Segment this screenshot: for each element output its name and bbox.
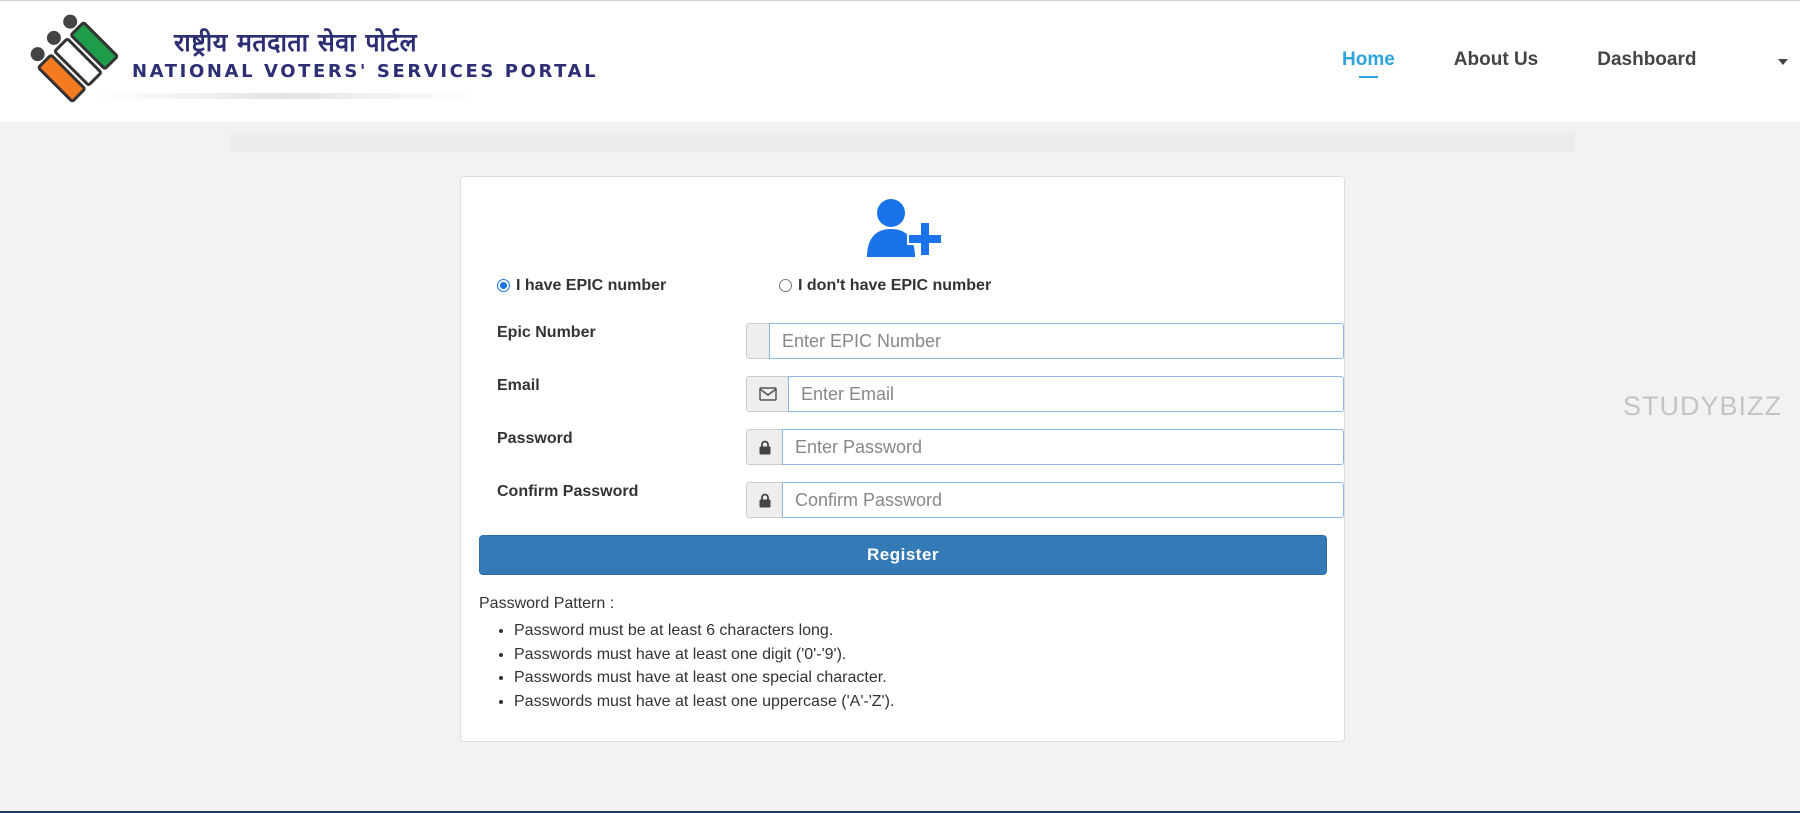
epic-addon (746, 323, 769, 359)
epic-number-row: Epic Number (497, 323, 1344, 359)
portal-logo[interactable]: राष्ट्रीय मतदाता सेवा पोर्टल NATIONAL VO… (26, 7, 596, 107)
password-pattern: Password Pattern : Password must be at l… (479, 595, 894, 713)
radio-no-epic-label: I don't have EPIC number (798, 277, 992, 294)
password-rule: Passwords must have at least one digit (… (514, 643, 894, 667)
epic-number-label: Epic Number (497, 324, 596, 341)
password-rule: Passwords must have at least one upperca… (514, 690, 894, 714)
password-row: Password (497, 429, 1344, 465)
registration-card: I have EPIC number I don't have EPIC num… (460, 176, 1345, 742)
password-rule: Passwords must have at least one special… (514, 666, 894, 690)
password-pattern-title: Password Pattern : (479, 595, 615, 612)
email-label: Email (497, 377, 540, 394)
caret-down-icon[interactable] (1778, 59, 1788, 65)
radio-checked-icon[interactable] (497, 278, 510, 292)
nav-about-us[interactable]: About Us (1454, 49, 1538, 71)
lock-icon (746, 429, 782, 465)
password-input[interactable] (782, 429, 1344, 465)
nav-home[interactable]: Home (1342, 49, 1395, 78)
site-header: राष्ट्रीय मतदाता सेवा पोर्टल NATIONAL VO… (0, 1, 1800, 122)
password-rule: Password must be at least 6 characters l… (514, 619, 894, 643)
breadcrumb-strip (230, 132, 1575, 152)
lock-icon (746, 482, 782, 518)
logo-english-title: NATIONAL VOTERS' SERVICES PORTAL (132, 60, 599, 82)
register-button[interactable]: Register (479, 535, 1327, 575)
envelope-icon (746, 376, 788, 412)
epic-radio-group: I have EPIC number I don't have EPIC num… (497, 277, 1297, 301)
main-nav: Home About Us Dashboard (1342, 49, 1755, 78)
email-row: Email (497, 376, 1344, 412)
radio-unchecked-icon[interactable] (779, 278, 792, 292)
logo-hindi-title: राष्ट्रीय मतदाता सेवा पोर्टल (174, 27, 418, 57)
user-plus-icon (867, 199, 943, 257)
password-label: Password (497, 430, 573, 447)
confirm-password-row: Confirm Password (497, 482, 1344, 518)
email-input[interactable] (788, 376, 1344, 412)
logo-underline (95, 93, 475, 99)
watermark-text: STUDYBIZZ (1623, 391, 1783, 421)
password-rules-list: Password must be at least 6 characters l… (514, 619, 894, 713)
nav-dashboard[interactable]: Dashboard (1597, 49, 1696, 71)
radio-no-epic[interactable]: I don't have EPIC number (779, 277, 991, 295)
confirm-password-label: Confirm Password (497, 483, 639, 500)
radio-have-epic-label: I have EPIC number (516, 277, 667, 294)
confirm-password-input[interactable] (782, 482, 1344, 518)
epic-number-input[interactable] (769, 323, 1344, 359)
ballot-logo-icon (26, 10, 120, 104)
radio-have-epic[interactable]: I have EPIC number (497, 277, 666, 295)
